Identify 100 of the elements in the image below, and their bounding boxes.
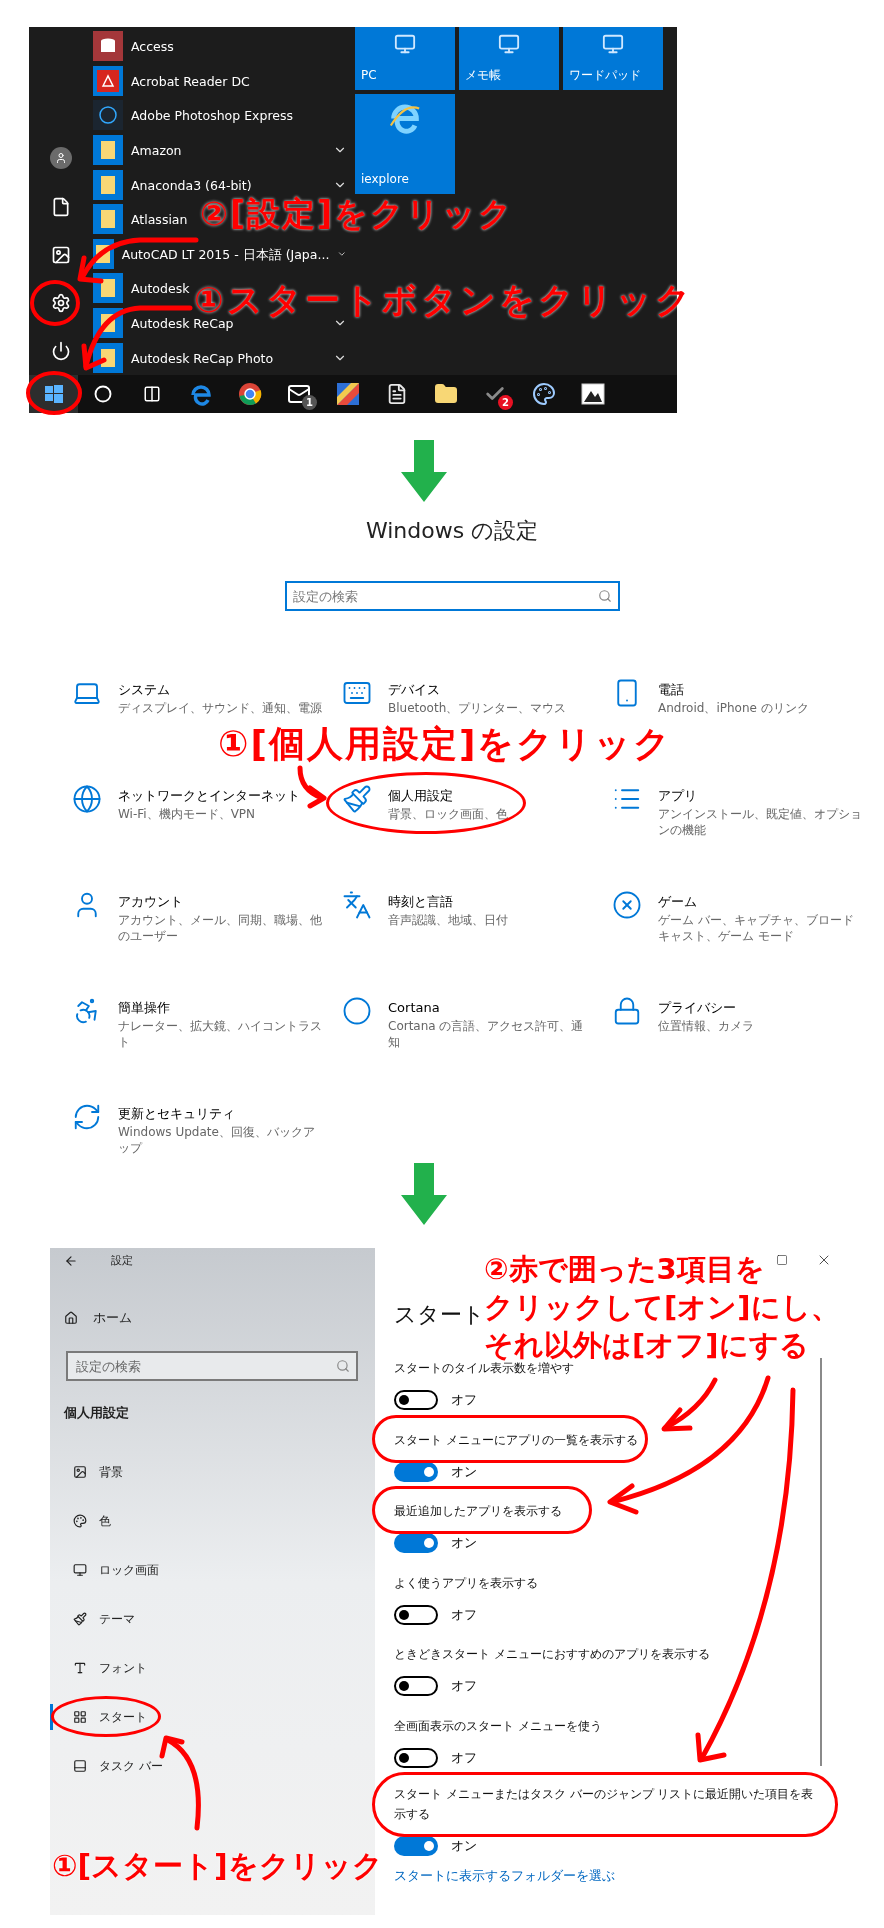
section-title: 個人用設定 [62,1404,130,1422]
mail-icon [286,382,311,406]
app-name[interactable]: Adobe Photoshop Express [131,108,293,124]
app-icon [93,65,123,96]
palette-icon [73,1513,87,1528]
power-icon[interactable] [51,341,71,361]
maximize-icon[interactable] [776,1254,788,1266]
back-icon[interactable] [64,1254,78,1268]
toggle-state: オフ [451,1677,477,1696]
setting-label: 全画面表示のスタート メニューを使う [394,1717,602,1735]
toggle-state: オフ [451,1391,477,1410]
circle-icon [342,996,372,1026]
search-field[interactable]: 設定の検索 [284,581,620,611]
document-icon[interactable] [51,197,71,217]
toggle-switch[interactable] [394,1604,438,1625]
app-name[interactable]: Acrobat Reader DC [131,73,250,89]
app-tile[interactable]: メモ帳 [459,27,559,90]
avatar-icon[interactable] [50,147,72,169]
computer-icon [602,33,624,55]
settings-category[interactable]: システム ディスプレイ、サウンド、通知、電源 [62,680,332,716]
app-tile[interactable]: iexplore [355,94,455,194]
picture-icon[interactable] [51,245,71,265]
arrow [297,765,327,809]
annotation-text: ②[設定]をクリック [200,195,515,233]
lock-icon [612,996,642,1026]
toggle-state: オン [451,1837,477,1856]
taskbar-button[interactable]: 2 [470,375,519,413]
browser-icon [237,382,262,406]
window-title: 設定 [111,1252,133,1269]
app-tile[interactable]: ワードパッド [563,27,663,90]
globe-icon [72,784,102,814]
settings-category[interactable]: 時刻と言語 音声認識、地域、日付 [332,892,602,928]
toggle-switch[interactable] [394,1461,438,1482]
home-icon [64,1311,78,1325]
paintbrush-icon [73,1611,87,1626]
settings-category[interactable]: アカウント アカウント、メール、同期、職場、他のユーザー [62,892,332,944]
setting-label: スタート メニューにアプリの一覧を表示する [394,1431,638,1449]
folder-icon [93,135,123,166]
picture-icon [73,1464,87,1479]
nav-item[interactable]: フォント [50,1654,151,1681]
app-name[interactable]: Atlassian [131,212,188,228]
nav-item[interactable]: 色 [50,1507,115,1534]
grid-icon [73,1709,87,1724]
toggle-switch[interactable] [394,1836,438,1856]
settings-category[interactable]: ゲーム ゲーム バー、キャプチャ、ブロードキャスト、ゲーム モード [602,892,872,944]
app-icon [93,31,123,62]
toggle-switch[interactable] [394,1533,438,1553]
taskbar-button[interactable]: 1 [274,375,323,413]
annotation-text: ①[個人用設定]をクリック [218,724,673,764]
scrollbar[interactable] [820,1358,822,1766]
app-tile[interactable]: PC [355,27,455,90]
app-name[interactable]: Autodesk ReCap Photo [131,350,274,366]
settings-category[interactable]: 簡単操作 ナレーター、拡大鏡、ハイコントラスト [62,998,332,1050]
task-view-icon [142,385,161,403]
app-name[interactable]: Amazon [131,143,182,159]
notification-badge: 2 [498,395,513,410]
nav-item[interactable]: 背景 [50,1458,127,1485]
photo-icon [580,383,605,405]
setting-label: スタート メニューまたはタスク バーのジャンプ リストに最近開いた項目を表示する [394,1786,815,1823]
page-title: Windows の設定 [365,517,539,545]
annotation-text: それ以外は[オフ]にする [484,1327,809,1363]
app-name[interactable]: AutoCAD LT 2015 - 日本語 (Japa... [121,246,330,262]
font-icon [73,1660,87,1675]
app-name[interactable]: Access [131,39,174,55]
settings-category[interactable]: 更新とセキュリティ Windows Update、回復、バックアップ [62,1104,332,1156]
annotation-text: クリックして[オン]にし、 [484,1289,840,1326]
toggle-switch[interactable] [394,1747,438,1768]
toggle-switch[interactable] [394,1676,438,1696]
settings-icon[interactable] [51,293,71,313]
settings-category[interactable]: アプリ アンインストール、既定値、オプションの機能 [602,786,872,838]
annotation-text: ①[スタート]をクリック [52,1847,383,1885]
folder-icon [93,204,123,235]
nav-item[interactable]: ロック画面 [50,1556,163,1583]
settings-category[interactable]: 電話 Android、iPhone のリンク [602,680,872,716]
toggle-switch[interactable] [394,1390,438,1410]
taskbar-icon [73,1758,87,1773]
nav-item[interactable]: スタート [50,1703,151,1730]
computer-icon [498,33,520,55]
monitor-icon [73,1562,87,1577]
nav-item[interactable]: タスク バー [50,1752,167,1779]
app-name[interactable]: Autodesk [131,281,190,297]
folders-link[interactable]: スタートに表示するフォルダーを選ぶ [394,1865,615,1885]
settings-category[interactable]: デバイス Bluetooth、プリンター、マウス [332,680,602,716]
search-field[interactable]: 設定の検索 [66,1351,358,1381]
language-icon [342,890,372,920]
palette-icon [531,382,556,406]
home-nav-item[interactable]: ホーム [50,1305,375,1331]
folder-icon [93,273,123,304]
notification-badge: 1 [302,395,317,410]
search-icon [336,1359,350,1373]
nav-item[interactable]: テーマ [50,1605,139,1632]
settings-category[interactable]: Cortana Cortana の言語、アクセス許可、通知 [332,998,602,1050]
settings-category[interactable]: ネットワークとインターネット Wi-Fi、機内モード、VPN [62,786,332,822]
highlight-ellipse [30,280,80,326]
folder-icon [433,382,458,406]
app-name[interactable]: Autodesk ReCap [131,316,234,332]
app-name[interactable]: Anaconda3 (64-bit) [131,177,252,193]
settings-category[interactable]: プライバシー 位置情報、カメラ [602,998,872,1034]
setting-label: スタートのタイル表示数を増やす [394,1361,574,1377]
settings-category[interactable]: 個人用設定 背景、ロック画面、色 [332,786,602,822]
